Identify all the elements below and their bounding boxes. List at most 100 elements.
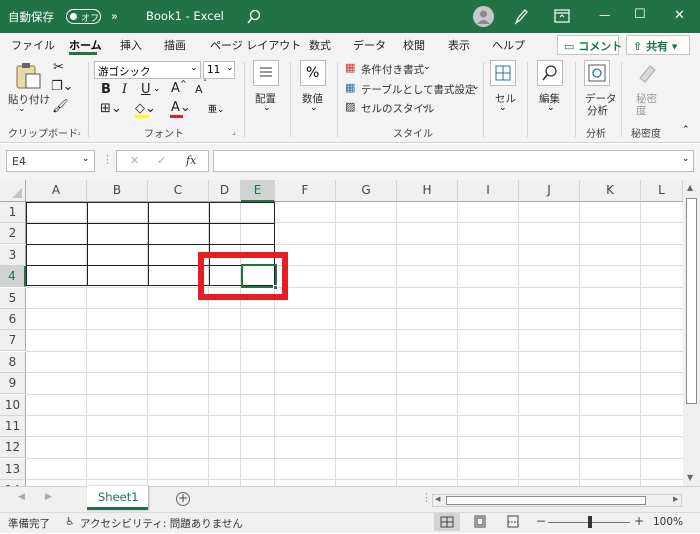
underline-button[interactable]: U bbox=[141, 82, 151, 97]
collapse-ribbon-icon[interactable]: ⌃ bbox=[682, 125, 690, 135]
cell-style-dropdown-icon[interactable]: ⌄ bbox=[421, 101, 429, 111]
zoom-out-button[interactable]: − bbox=[536, 514, 546, 528]
table-format-dropdown-icon[interactable]: ⌄ bbox=[472, 82, 480, 92]
ribbon-display-icon[interactable] bbox=[554, 9, 570, 23]
more-commands[interactable]: » bbox=[111, 9, 118, 23]
row-header-4[interactable]: 4 bbox=[0, 266, 26, 288]
row-header-9[interactable]: 9 bbox=[0, 373, 26, 395]
clipboard-launcher-icon[interactable]: ⌟ bbox=[77, 127, 81, 136]
pen-icon[interactable] bbox=[513, 8, 529, 25]
font-size-dropdown-icon[interactable]: ⌄ bbox=[226, 63, 234, 73]
editing-icon[interactable] bbox=[537, 60, 563, 86]
column-header-c[interactable]: C bbox=[148, 180, 209, 202]
accessibility-status[interactable]: アクセシビリティ: 問題ありません bbox=[80, 516, 243, 531]
format-painter-icon[interactable]: 🖌 bbox=[52, 99, 69, 114]
phonetic-guide-icon[interactable]: 亜⌄ bbox=[208, 102, 225, 115]
horizontal-scrollbar[interactable]: ◀ ▶ bbox=[432, 494, 682, 507]
grow-font-button[interactable]: A bbox=[171, 81, 180, 96]
column-header-a[interactable]: A bbox=[26, 180, 87, 202]
share-button[interactable]: ⇧ 共有 ▾ bbox=[626, 35, 690, 55]
font-launcher-icon[interactable]: ⌟ bbox=[232, 127, 236, 136]
scroll-up-icon[interactable]: ▲ bbox=[687, 183, 693, 192]
column-header-l[interactable]: L bbox=[641, 180, 683, 202]
fill-color-icon[interactable]: ◇⌄ bbox=[135, 101, 156, 116]
font-name-box[interactable]: 游ゴシック ⌄ bbox=[94, 61, 201, 79]
row-header-12[interactable]: 12 bbox=[0, 437, 26, 459]
row-header-11[interactable]: 11 bbox=[0, 416, 26, 437]
autosave-toggle[interactable]: オフ bbox=[66, 9, 101, 24]
sensitivity-label-2[interactable]: 度 bbox=[636, 103, 647, 118]
alignment-dropdown-icon[interactable]: ⌄ bbox=[263, 103, 271, 113]
data-analysis-label-2[interactable]: 分析 bbox=[587, 103, 608, 118]
row-header-7[interactable]: 7 bbox=[0, 330, 26, 352]
page-layout-view-icon[interactable] bbox=[473, 514, 487, 529]
column-header-b[interactable]: B bbox=[87, 180, 148, 202]
cancel-entry-button[interactable]: ✕ bbox=[130, 154, 139, 167]
paste-label[interactable]: 貼り付け bbox=[8, 92, 50, 107]
shrink-font-button[interactable]: A bbox=[195, 83, 203, 96]
table-format-button[interactable]: テーブルとして書式設定 bbox=[361, 82, 476, 97]
font-name-dropdown-icon[interactable]: ⌄ bbox=[190, 63, 198, 73]
paste-dropdown-icon[interactable]: ⌄ bbox=[18, 104, 26, 114]
column-header-d[interactable]: D bbox=[209, 180, 241, 202]
row-header-3[interactable]: 3 bbox=[0, 244, 26, 266]
sensitivity-icon[interactable] bbox=[634, 60, 660, 86]
minimize-button[interactable]: — bbox=[599, 8, 611, 22]
cells-icon[interactable] bbox=[490, 60, 516, 86]
column-header-e[interactable]: E bbox=[241, 180, 275, 202]
column-header-f[interactable]: F bbox=[275, 180, 336, 202]
scroll-right-icon[interactable]: ▶ bbox=[673, 495, 678, 503]
column-header-h[interactable]: H bbox=[397, 180, 458, 202]
row-header-10[interactable]: 10 bbox=[0, 394, 26, 416]
name-box[interactable]: E4 ⌄ bbox=[6, 150, 95, 172]
close-button[interactable]: ✕ bbox=[674, 8, 685, 23]
vertical-scroll-thumb[interactable] bbox=[686, 198, 697, 404]
font-size-box[interactable]: 11 ⌄ bbox=[203, 61, 235, 79]
row-header-1[interactable]: 1 bbox=[0, 202, 26, 223]
cut-icon[interactable]: ✂ bbox=[53, 60, 64, 75]
underline-dropdown-icon[interactable]: ⌄ bbox=[153, 84, 161, 94]
page-break-view-icon[interactable] bbox=[506, 514, 520, 529]
row-header-13[interactable]: 13 bbox=[0, 458, 26, 480]
column-header-g[interactable]: G bbox=[336, 180, 397, 202]
number-dropdown-icon[interactable]: ⌄ bbox=[310, 103, 318, 113]
conditional-format-button[interactable]: 条件付き書式 bbox=[361, 62, 424, 77]
row-header-2[interactable]: 2 bbox=[0, 223, 26, 245]
tab-formulas[interactable]: 数式 bbox=[309, 37, 331, 53]
scroll-left-icon[interactable]: ◀ bbox=[435, 495, 440, 503]
zoom-level[interactable]: 100% bbox=[653, 516, 683, 528]
scroll-down-icon[interactable]: ▼ bbox=[687, 473, 693, 482]
alignment-icon[interactable] bbox=[253, 60, 279, 86]
column-header-i[interactable]: I bbox=[458, 180, 519, 202]
account-avatar-icon[interactable] bbox=[473, 6, 494, 27]
conditional-format-dropdown-icon[interactable]: ⌄ bbox=[423, 62, 431, 72]
restore-button[interactable]: ☐ bbox=[634, 7, 646, 22]
name-box-dropdown-icon[interactable]: ⌄ bbox=[82, 154, 90, 164]
cells-dropdown-icon[interactable]: ⌄ bbox=[499, 103, 507, 113]
tab-data[interactable]: データ bbox=[353, 37, 386, 53]
vertical-scrollbar[interactable]: ▲ ▼ bbox=[683, 180, 700, 486]
copy-icon[interactable]: ❐⌄ bbox=[51, 79, 74, 94]
tab-help[interactable]: ヘルプ bbox=[492, 37, 525, 53]
next-sheet-icon[interactable]: ▶ bbox=[45, 492, 52, 502]
search-icon[interactable] bbox=[247, 9, 261, 24]
font-color-icon[interactable]: A⌄ bbox=[171, 100, 191, 115]
column-header-k[interactable]: K bbox=[580, 180, 641, 202]
normal-view-button[interactable] bbox=[434, 513, 460, 531]
editing-dropdown-icon[interactable]: ⌄ bbox=[547, 103, 555, 113]
tab-home[interactable]: ホーム bbox=[69, 37, 102, 53]
tab-view[interactable]: 表示 bbox=[448, 37, 470, 53]
data-analysis-icon[interactable] bbox=[584, 60, 610, 86]
insert-function-button[interactable]: fx bbox=[186, 154, 196, 167]
add-sheet-button[interactable]: + bbox=[176, 492, 190, 506]
row-header-6[interactable]: 6 bbox=[0, 309, 26, 330]
paste-icon[interactable] bbox=[14, 62, 42, 90]
tab-page-layout[interactable]: ページ レイアウト bbox=[210, 37, 301, 53]
tab-draw[interactable]: 描画 bbox=[164, 37, 186, 53]
sheet-tab-sheet1[interactable]: Sheet1 bbox=[87, 486, 148, 510]
number-format-icon[interactable]: % bbox=[300, 60, 326, 86]
select-all-button[interactable] bbox=[0, 180, 26, 202]
tab-insert[interactable]: 挿入 bbox=[120, 37, 142, 53]
tab-review[interactable]: 校閲 bbox=[403, 37, 425, 53]
column-header-j[interactable]: J bbox=[519, 180, 580, 202]
